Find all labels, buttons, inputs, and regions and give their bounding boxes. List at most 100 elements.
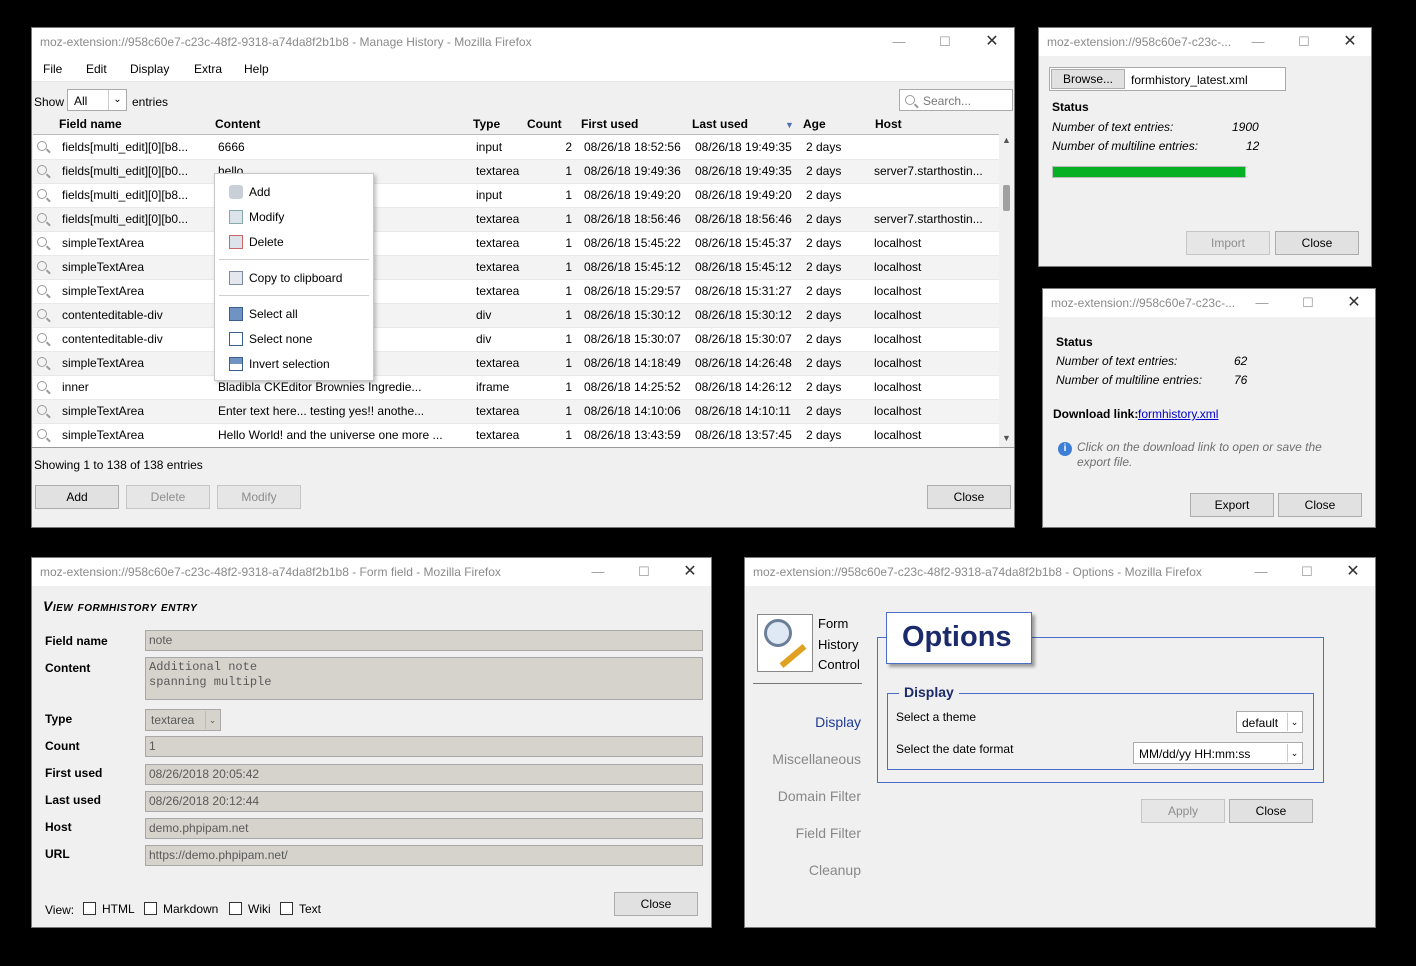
menu-extra[interactable]: Extra	[194, 62, 222, 76]
ctx-copy[interactable]: Copy to clipboard	[215, 266, 373, 290]
table-row[interactable]: inner Bladibla CKEditor Brownies Ingredie…	[33, 375, 999, 400]
nav-cleanup[interactable]: Cleanup	[809, 862, 861, 878]
col-type[interactable]: Type	[473, 117, 500, 131]
maximize-icon[interactable]: ☐	[621, 558, 667, 586]
first-used-field[interactable]: 08/26/2018 20:05:42	[145, 764, 703, 785]
content-field[interactable]: Additional note spanning multiple	[145, 657, 703, 700]
view-wiki-checkbox[interactable]: Wiki	[229, 902, 271, 916]
add-button[interactable]: Add	[35, 485, 119, 509]
table-row[interactable]: simpleTextAreangredie...textarea108/26/1…	[33, 255, 999, 280]
close-button[interactable]: Close	[1229, 799, 1313, 823]
progress-bar	[1052, 166, 1246, 178]
table-row[interactable]: simpleTextArea Hello World! and the unive…	[33, 423, 999, 448]
export-button[interactable]: Export	[1190, 493, 1274, 517]
close-icon[interactable]: ✕	[1331, 289, 1375, 317]
close-button[interactable]: Close	[1278, 493, 1362, 517]
nav-field-filter[interactable]: Field Filter	[796, 825, 861, 841]
date-format-label: Select the date format	[896, 742, 1014, 756]
close-icon[interactable]: ✕	[1327, 28, 1371, 56]
magnifier-icon	[37, 405, 47, 415]
close-button[interactable]: Close	[614, 892, 698, 916]
theme-select[interactable]: default ⌄	[1236, 711, 1303, 733]
scroll-thumb[interactable]	[1003, 185, 1010, 211]
checkbox-icon[interactable]	[144, 902, 157, 915]
show-select[interactable]: All ⌄	[67, 89, 127, 111]
nav-domain-filter[interactable]: Domain Filter	[778, 788, 861, 804]
minimize-icon[interactable]: —	[876, 28, 922, 56]
checkbox-icon[interactable]	[83, 902, 96, 915]
date-format-select[interactable]: MM/dd/yy HH:mm:ss ⌄	[1133, 742, 1303, 764]
file-picker[interactable]: Browse... formhistory_latest.xml	[1049, 67, 1286, 91]
export-window: moz-extension://958c60e7-c23c-... — ☐ ✕ …	[1042, 288, 1376, 528]
close-icon[interactable]: ✕	[667, 558, 711, 586]
ctx-select-all[interactable]: Select all	[215, 302, 373, 326]
field-name-cell: simpleTextArea	[58, 255, 214, 280]
ctx-add[interactable]: Add	[215, 180, 373, 204]
last-used-cell: 08/26/18 15:30:12	[691, 303, 802, 328]
ctx-delete[interactable]: Delete	[215, 230, 373, 254]
menu-help[interactable]: Help	[244, 62, 269, 76]
menu-display[interactable]: Display	[130, 62, 169, 76]
browse-button[interactable]: Browse...	[1051, 69, 1125, 89]
scroll-up-icon[interactable]: ▲	[1002, 135, 1011, 145]
ctx-invert[interactable]: Invert selection	[215, 352, 373, 376]
ctx-select-none[interactable]: Select none	[215, 327, 373, 351]
close-button[interactable]: Close	[927, 485, 1011, 509]
table-row[interactable]: simpleTextAreaanothe...textarea108/26/18…	[33, 351, 999, 376]
maximize-icon[interactable]: ☐	[1285, 289, 1331, 317]
table-row[interactable]: simpleTextAreaYo Wil...textarea108/26/18…	[33, 279, 999, 304]
search-input[interactable]: Search...	[899, 89, 1013, 111]
table-row[interactable]: simpleTextArea Enter text here... testing…	[33, 399, 999, 424]
col-content[interactable]: Content	[215, 117, 260, 131]
table-row[interactable]: fields[multi_edit][0][b8... input 1 08/26/1…	[33, 183, 999, 208]
delete-button[interactable]: Delete	[126, 485, 210, 509]
close-button[interactable]: Close	[1275, 231, 1359, 255]
maximize-icon[interactable]: ☐	[922, 28, 968, 56]
minimize-icon[interactable]: —	[575, 558, 621, 586]
table-row[interactable]: fields[multi_edit][0][b0... textarea 1 08/2…	[33, 207, 999, 232]
col-last-used[interactable]: Last used	[692, 117, 748, 131]
host-field[interactable]: demo.phpipam.net	[145, 818, 703, 839]
menu-edit[interactable]: Edit	[86, 62, 107, 76]
minimize-icon[interactable]: —	[1238, 558, 1284, 586]
scroll-down-icon[interactable]: ▼	[1002, 433, 1011, 443]
view-markdown-checkbox[interactable]: Markdown	[144, 902, 218, 916]
last-used-field[interactable]: 08/26/2018 20:12:44	[145, 791, 703, 812]
minimize-icon[interactable]: —	[1235, 28, 1281, 56]
menu-file[interactable]: File	[43, 62, 62, 76]
col-first-used[interactable]: First used	[581, 117, 638, 131]
table-row[interactable]: simpleTextAreae one more ...textarea108/…	[33, 231, 999, 256]
apply-button[interactable]: Apply	[1141, 799, 1225, 823]
nav-miscellaneous[interactable]: Miscellaneous	[772, 751, 861, 767]
close-icon[interactable]: ✕	[1330, 558, 1375, 586]
col-count[interactable]: Count	[527, 117, 562, 131]
invert-selection-icon	[229, 357, 243, 371]
table-row[interactable]: fields[multi_edit][0][b0... hello textarea…	[33, 159, 999, 184]
table-row[interactable]: fields[multi_edit][0][b8... 6666 input 2 08/…	[33, 135, 999, 160]
view-text-checkbox[interactable]: Text	[280, 902, 321, 916]
age-cell: 2 days	[802, 207, 870, 232]
checkbox-icon[interactable]	[229, 902, 242, 915]
field-name-cell: simpleTextArea	[58, 231, 214, 256]
close-icon[interactable]: ✕	[969, 28, 1014, 56]
ctx-modify[interactable]: Modify	[215, 205, 373, 229]
table-row[interactable]: contenteditable-dived browsers...div108/…	[33, 303, 999, 328]
field-name-field[interactable]: note	[145, 630, 703, 651]
count-field[interactable]: 1	[145, 736, 703, 757]
minimize-icon[interactable]: —	[1239, 289, 1285, 317]
col-field-name[interactable]: Field name	[59, 117, 122, 131]
col-host[interactable]: Host	[875, 117, 902, 131]
vertical-scrollbar[interactable]: ▲ ▼	[1000, 135, 1014, 447]
maximize-icon[interactable]: ☐	[1281, 28, 1327, 56]
maximize-icon[interactable]: ☐	[1284, 558, 1330, 586]
checkbox-icon[interactable]	[280, 902, 293, 915]
view-html-checkbox[interactable]: HTML	[83, 902, 135, 916]
type-select[interactable]: textarea ⌄	[145, 709, 221, 731]
table-row[interactable]: contenteditable-dived browsers...div108/…	[33, 327, 999, 352]
download-link[interactable]: formhistory.xml	[1138, 407, 1218, 421]
nav-display[interactable]: Display	[815, 714, 861, 730]
url-field[interactable]: https://demo.phpipam.net/	[145, 845, 703, 866]
modify-button[interactable]: Modify	[217, 485, 301, 509]
col-age[interactable]: Age	[803, 117, 826, 131]
import-button[interactable]: Import	[1186, 231, 1270, 255]
